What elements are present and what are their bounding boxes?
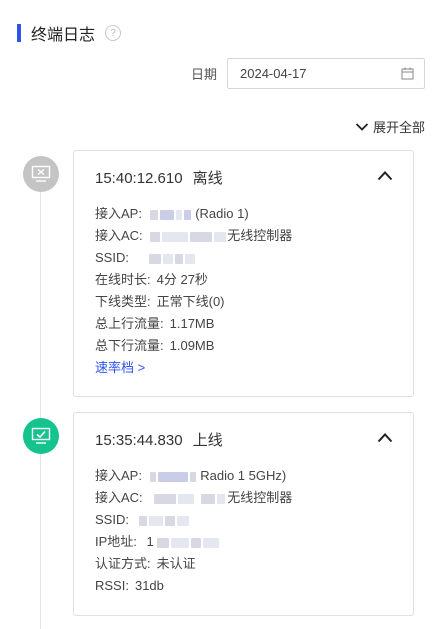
redacted-text bbox=[149, 471, 156, 482]
detail-label: RSSI: bbox=[95, 578, 129, 593]
detail-row-ap: 接入AP: (Radio 1) bbox=[95, 203, 292, 225]
detail-value: Radio 1 5GHz) bbox=[200, 468, 287, 483]
timeline-line bbox=[40, 170, 41, 629]
detail-value: (Radio 1) bbox=[195, 206, 249, 221]
detail-value: 无线控制器 bbox=[227, 490, 293, 505]
detail-row-offline-type: 下线类型: 正常下线(0) bbox=[95, 291, 292, 313]
event-card-online: 15:35:44.830 上线 接入AP: Radio 1 5GHz) 接入AC:… bbox=[73, 412, 414, 616]
redacted-text bbox=[156, 537, 169, 548]
collapse-chevron-icon[interactable] bbox=[377, 170, 393, 181]
date-filter: 日期 2024-04-17 bbox=[191, 58, 425, 89]
redacted-text bbox=[184, 253, 195, 264]
redacted-text bbox=[157, 471, 188, 482]
event-time: 15:40:12.610 bbox=[95, 170, 183, 187]
redacted-text bbox=[170, 537, 189, 548]
event-header: 15:40:12.610 离线 bbox=[95, 167, 223, 188]
expand-all-label: 展开全部 bbox=[372, 120, 425, 135]
detail-row-ac: 接入AC: 无线控制器 bbox=[95, 487, 292, 509]
detail-label: IP地址: bbox=[95, 534, 137, 549]
rate-link-row: 速率档 > bbox=[95, 357, 292, 379]
detail-row-ssid: SSID: bbox=[95, 509, 292, 531]
detail-label: 接入AC: bbox=[95, 228, 143, 243]
redacted-text bbox=[190, 231, 213, 242]
detail-label: 接入AC: bbox=[95, 490, 143, 505]
expand-all-button[interactable]: 展开全部 bbox=[355, 117, 425, 136]
detail-label: 下线类型: bbox=[95, 294, 151, 309]
redacted-text bbox=[202, 537, 219, 548]
detail-value: 1.17MB bbox=[169, 316, 215, 331]
redacted-text bbox=[148, 253, 161, 264]
title-accent-bar bbox=[17, 24, 21, 42]
redacted-text bbox=[214, 231, 227, 242]
event-header: 15:35:44.830 上线 bbox=[95, 429, 223, 450]
redacted-text bbox=[164, 515, 175, 526]
detail-row-duration: 在线时长: 4分 27秒 bbox=[95, 269, 292, 291]
detail-value: 4分 27秒 bbox=[156, 272, 208, 287]
chevron-down-icon bbox=[355, 122, 369, 131]
redacted-text bbox=[148, 515, 163, 526]
detail-row-upload: 总上行流量: 1.17MB bbox=[95, 313, 292, 335]
redacted-text bbox=[162, 253, 173, 264]
page-header: 终端日志 ? bbox=[17, 22, 122, 44]
monitor-x-icon bbox=[31, 165, 51, 182]
detail-value: 无线控制器 bbox=[227, 228, 293, 243]
detail-row-ip: IP地址: 1 bbox=[95, 531, 292, 553]
redacted-text bbox=[138, 515, 147, 526]
redacted-text bbox=[159, 209, 174, 220]
date-picker[interactable]: 2024-04-17 bbox=[227, 58, 425, 89]
detail-value: 1.09MB bbox=[169, 338, 215, 353]
detail-label: 认证方式: bbox=[95, 556, 151, 571]
event-time: 15:35:44.830 bbox=[95, 432, 183, 449]
detail-row-rssi: RSSI: 31db bbox=[95, 575, 292, 597]
detail-row-download: 总下行流量: 1.09MB bbox=[95, 335, 292, 357]
redacted-text bbox=[162, 231, 189, 242]
event-details: 接入AP: Radio 1 5GHz) 接入AC: 无线控制器 SSID: IP… bbox=[95, 465, 292, 597]
detail-label: 接入AP: bbox=[95, 468, 142, 483]
detail-label: 接入AP: bbox=[95, 206, 142, 221]
redacted-text bbox=[178, 493, 195, 504]
detail-label: 总上行流量: bbox=[95, 316, 164, 331]
redacted-text bbox=[217, 493, 226, 504]
detail-value: 未认证 bbox=[156, 556, 196, 571]
date-value: 2024-04-17 bbox=[240, 66, 307, 81]
redacted-text bbox=[149, 209, 158, 220]
redacted-text bbox=[183, 209, 191, 220]
rate-level-link[interactable]: 速率档 > bbox=[95, 360, 145, 375]
redacted-text bbox=[175, 209, 182, 220]
offline-node-icon bbox=[23, 156, 59, 192]
detail-row-auth: 认证方式: 未认证 bbox=[95, 553, 292, 575]
detail-label: SSID: bbox=[95, 250, 129, 265]
page-title: 终端日志 bbox=[31, 27, 96, 44]
event-card-offline: 15:40:12.610 离线 接入AP: (Radio 1) 接入AC: 无线控… bbox=[73, 150, 414, 397]
event-details: 接入AP: (Radio 1) 接入AC: 无线控制器 SSID: 在线时长: 4… bbox=[95, 203, 292, 379]
redacted-text bbox=[174, 253, 183, 264]
redacted-text bbox=[189, 471, 196, 482]
online-node-icon bbox=[23, 418, 59, 454]
event-status: 上线 bbox=[192, 432, 223, 449]
redacted-text bbox=[176, 515, 189, 526]
detail-label: SSID: bbox=[95, 512, 129, 527]
detail-row-ap: 接入AP: Radio 1 5GHz) bbox=[95, 465, 292, 487]
redacted-text bbox=[190, 537, 201, 548]
redacted-text bbox=[150, 231, 161, 242]
detail-label: 总下行流量: bbox=[95, 338, 164, 353]
collapse-chevron-icon[interactable] bbox=[377, 432, 393, 443]
event-status: 离线 bbox=[192, 170, 223, 187]
detail-row-ac: 接入AC: 无线控制器 bbox=[95, 225, 292, 247]
help-icon[interactable]: ? bbox=[105, 25, 122, 41]
date-label: 日期 bbox=[190, 67, 217, 82]
calendar-icon bbox=[401, 67, 414, 80]
detail-row-ssid: SSID: bbox=[95, 247, 292, 269]
redacted-text bbox=[154, 493, 177, 504]
detail-value: 1 bbox=[146, 534, 154, 549]
detail-label: 在线时长: bbox=[95, 272, 151, 287]
detail-value: 正常下线(0) bbox=[156, 294, 225, 309]
monitor-check-icon bbox=[31, 427, 51, 444]
detail-value: 31db bbox=[134, 578, 164, 593]
redacted-text bbox=[201, 493, 216, 504]
